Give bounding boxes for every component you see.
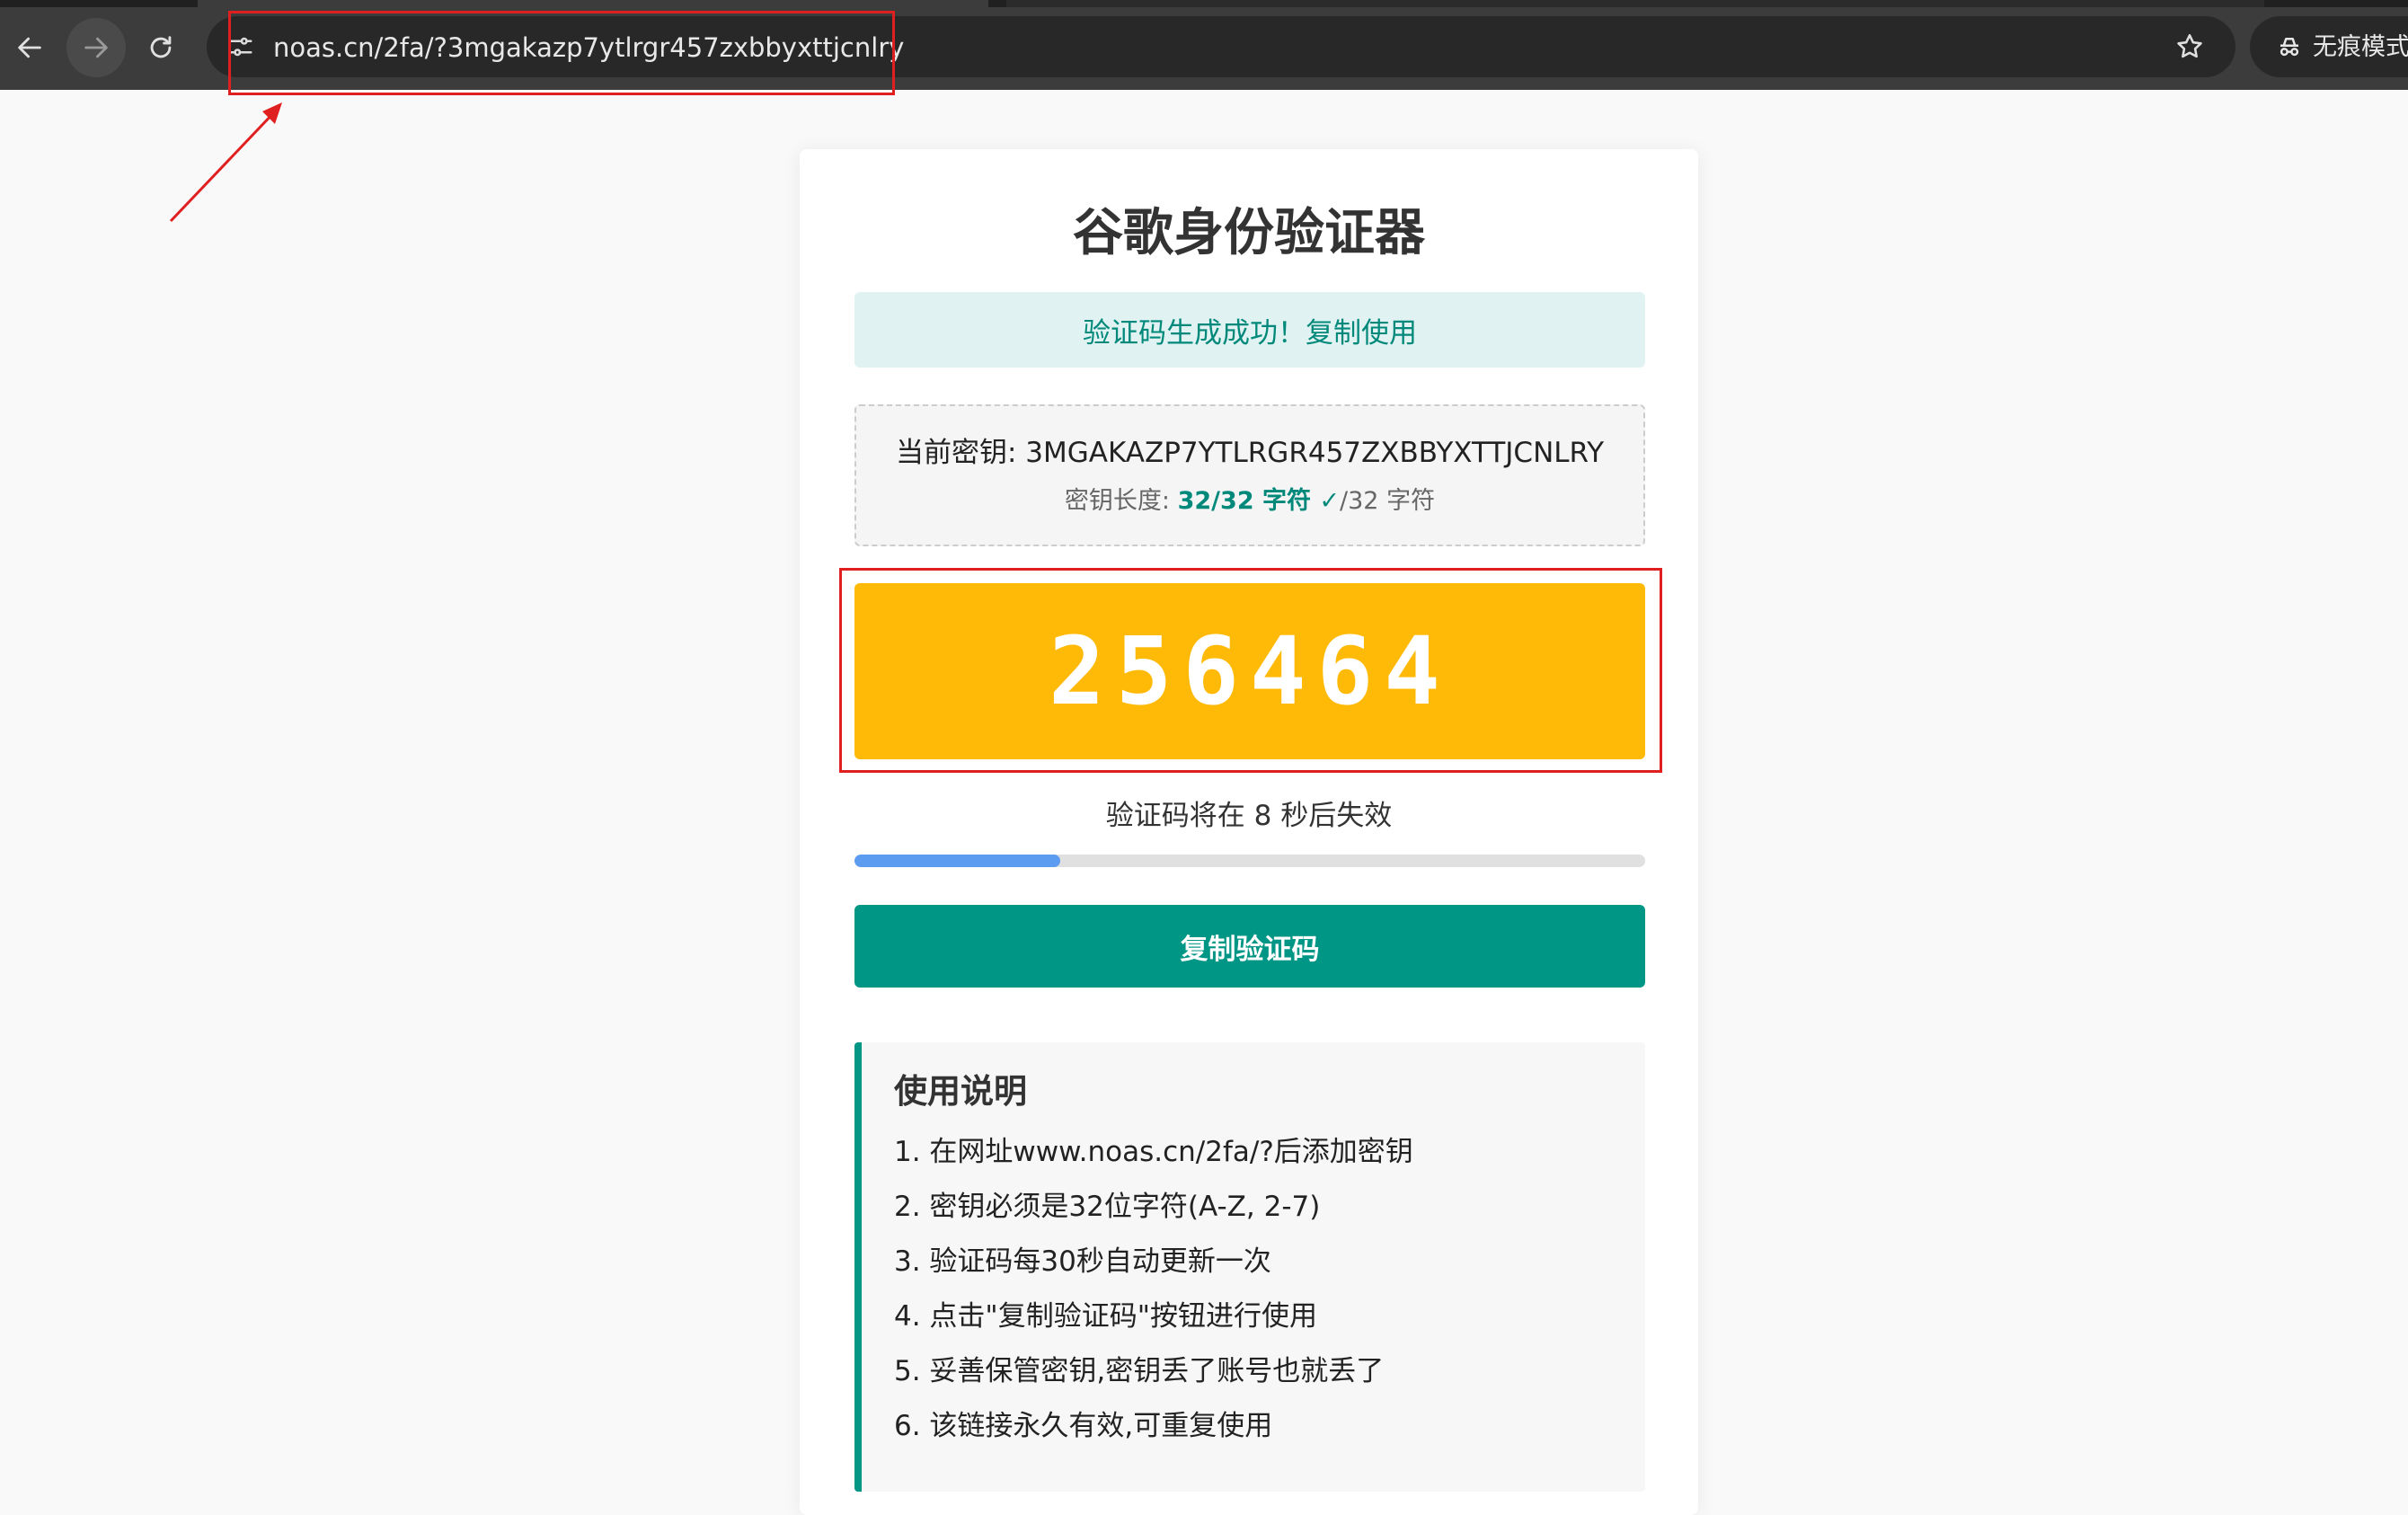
forward-icon: [84, 37, 108, 58]
instructions-list: 1. 在网址www.noas.cn/2fa/?后添加密钥 2. 密钥必须是32位…: [894, 1125, 1413, 1454]
bookmark-button[interactable]: [2170, 27, 2209, 66]
back-icon: [18, 37, 41, 58]
expire-countdown: 验证码将在 8 秒后失效: [1105, 800, 1393, 832]
instruction-item: 2. 密钥必须是32位字符(A-Z, 2-7): [894, 1191, 1321, 1223]
annotation-url-highlight: [228, 11, 895, 95]
success-banner: 验证码生成成功！复制使用: [854, 292, 1645, 368]
incognito-icon: [2280, 38, 2299, 57]
instructions-panel: 使用说明 1. 在网址www.noas.cn/2fa/?后添加密钥 2. 密钥必…: [854, 1042, 1645, 1492]
instructions-title: 使用说明: [894, 1072, 1027, 1111]
instruction-item: 3. 验证码每30秒自动更新一次: [894, 1245, 1271, 1278]
key-length-suffix: /32 字符: [1340, 487, 1436, 515]
current-key-line: 当前密钥: 3MGAKAZP7YTLRGR457ZXBBYXTTJCNLRY: [856, 433, 1643, 473]
expiry-progress-bar: [854, 855, 1645, 867]
key-length-value: 32/32 字符 ✓: [1177, 487, 1341, 515]
current-key-value: 3MGAKAZP7YTLRGR457ZXBBYXTTJCNLRY: [1025, 437, 1605, 469]
current-key-label: 当前密钥:: [895, 437, 1026, 469]
page-title: 谷歌身份验证器: [1073, 204, 1425, 262]
annotation-code-highlight: [839, 568, 1662, 773]
forward-button[interactable]: [66, 18, 126, 77]
bookmark-star-icon: [2177, 33, 2202, 58]
tab-edge-secondary: [1006, 0, 2264, 7]
key-length-label: 密钥长度:: [1064, 487, 1178, 515]
reload-icon: [150, 36, 172, 58]
instruction-item: 4. 点击"复制验证码"按钮进行使用: [894, 1300, 1317, 1333]
expiry-progress-fill: [854, 855, 1060, 867]
incognito-icon-wrap: [2271, 29, 2307, 65]
instruction-item: 6. 该链接永久有效,可重复使用: [894, 1410, 1273, 1442]
key-length-line: 密钥长度: 32/32 字符 ✓/32 字符: [856, 483, 1643, 519]
annotation-arrow: [169, 102, 282, 223]
copy-code-button[interactable]: 复制验证码: [854, 905, 1645, 988]
key-info-box: 当前密钥: 3MGAKAZP7YTLRGR457ZXBBYXTTJCNLRY 密…: [854, 404, 1645, 546]
back-button[interactable]: [0, 18, 59, 77]
instruction-item: 1. 在网址www.noas.cn/2fa/?后添加密钥: [894, 1136, 1413, 1168]
instruction-item: 5. 妥善保管密钥,密钥丢了账号也就丢了: [894, 1355, 1385, 1387]
incognito-label: 无痕模式: [2313, 33, 2408, 61]
reload-button[interactable]: [131, 18, 190, 77]
tab-edge: [198, 0, 988, 7]
